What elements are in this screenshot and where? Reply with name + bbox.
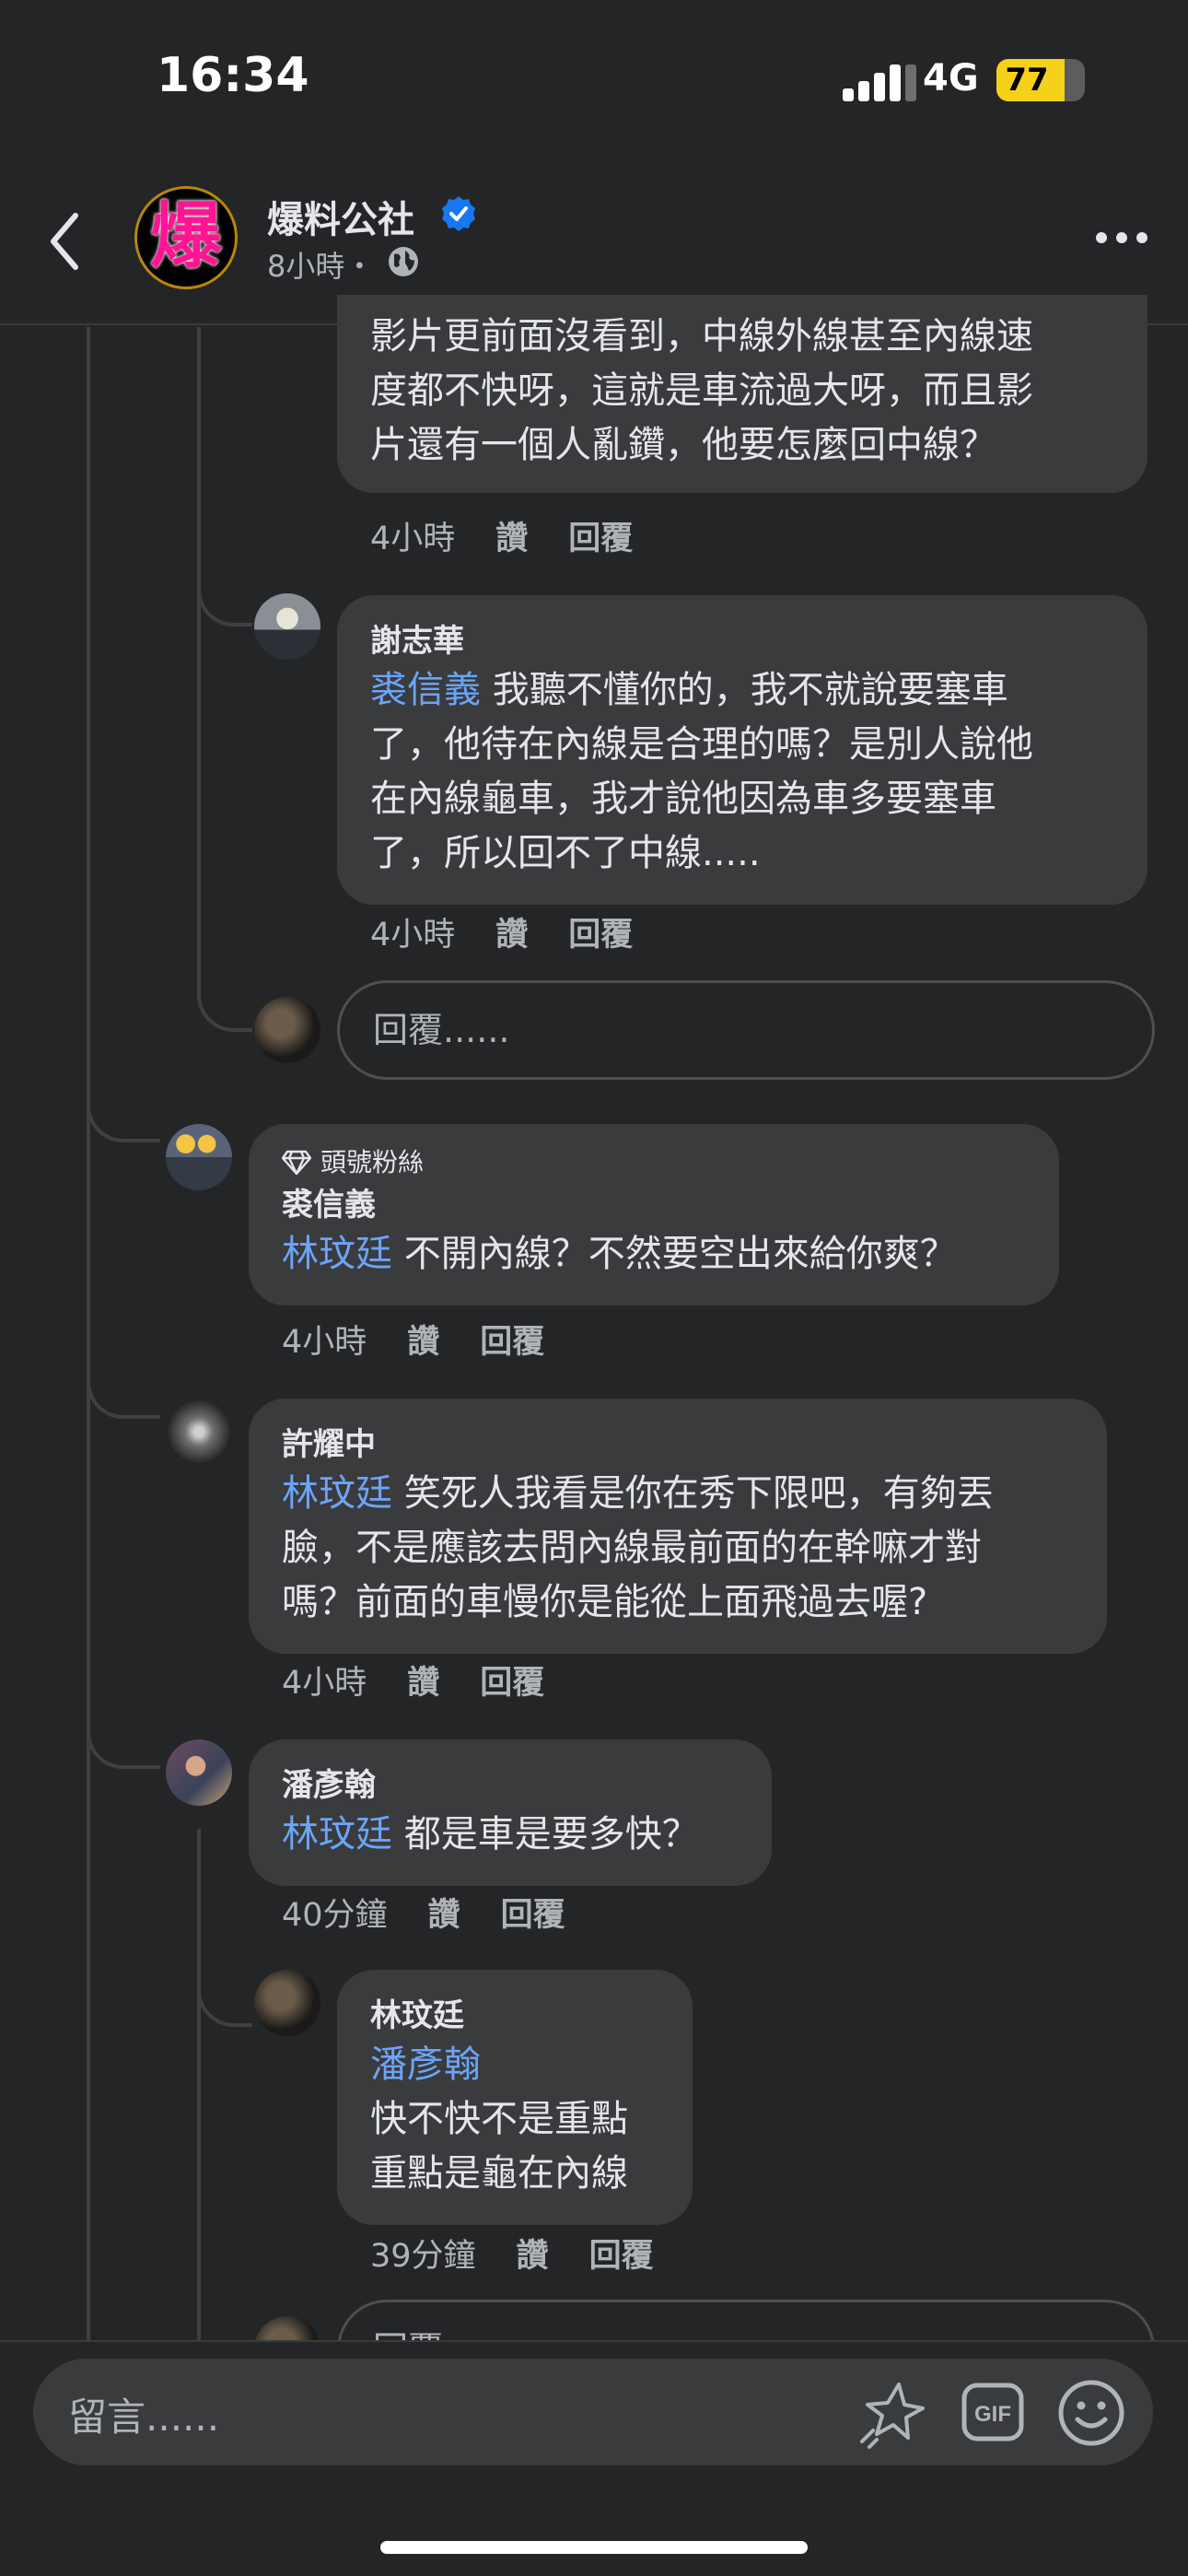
reply-button[interactable]: 回覆 xyxy=(480,1665,544,1702)
like-button[interactable]: 讚 xyxy=(517,2238,549,2275)
verified-icon xyxy=(442,196,475,231)
thread-branch xyxy=(197,1953,252,2027)
comment-bubble: 謝志華 裘信義 我聽不懂你的，我不就說要塞車 了，他待在內線是合理的嗎？是別人說… xyxy=(337,595,1147,905)
comment-actions: 4小時 讚 回覆 xyxy=(370,908,673,955)
avatar[interactable] xyxy=(254,593,320,660)
comment-actions: 4小時 讚 回覆 xyxy=(282,1316,585,1363)
network-type: 4G xyxy=(923,57,979,100)
comment-text: 林玟廷 不開內線？不然要空出來給你爽？ xyxy=(282,1233,957,1275)
reply-input[interactable]: 回覆...... xyxy=(337,980,1155,1080)
avatar xyxy=(254,997,320,1063)
mention[interactable]: 林玟廷 xyxy=(282,1813,392,1856)
like-button[interactable]: 讚 xyxy=(495,521,528,557)
back-icon[interactable] xyxy=(44,205,90,278)
svg-text:GIF: GIF xyxy=(974,2402,1011,2427)
battery-level: 77 xyxy=(1005,62,1049,99)
sparkle-icon[interactable] xyxy=(856,2377,930,2451)
comment-bubble: 許耀中 林玟廷 笑死人我看是你在秀下限吧，有夠丟 臉，不是應該去問內線最前面的在… xyxy=(249,1399,1107,1654)
comment-time: 4小時 xyxy=(370,521,456,557)
gif-icon[interactable]: GIF xyxy=(961,2383,1024,2441)
comment-bubble: 影片更前面沒看到，中線外線甚至內線速 度都不快呀，這就是車流過大呀，而且影 片還… xyxy=(337,295,1147,493)
like-button[interactable]: 讚 xyxy=(428,1897,460,1934)
status-time: 16:34 xyxy=(157,48,309,103)
battery-icon: 77 xyxy=(996,59,1085,101)
comment-text: 潘彥翰 快不快不是重點 重點是龜在內線 xyxy=(370,2038,659,2201)
comment-actions: 4小時 讚 回覆 xyxy=(282,1657,585,1704)
comment-time: 4小時 xyxy=(370,917,456,954)
comment-text: 影片更前面沒看到，中線外線甚至內線速 度都不快呀，這就是車流過大呀，而且影 片還… xyxy=(370,315,1033,466)
mention[interactable]: 林玟廷 xyxy=(282,1233,392,1275)
comment-actions: 40分鐘 讚 回覆 xyxy=(282,1889,606,1936)
mention[interactable]: 林玟廷 xyxy=(282,1472,392,1515)
comment-actions: 4小時 讚 回覆 xyxy=(370,512,673,559)
reply-button[interactable]: 回覆 xyxy=(568,917,633,954)
avatar[interactable] xyxy=(166,1739,232,1806)
like-button[interactable]: 讚 xyxy=(407,1324,439,1361)
commenter-name[interactable]: 裘信義 xyxy=(282,1183,1026,1227)
reply-button[interactable]: 回覆 xyxy=(568,521,633,557)
avatar[interactable] xyxy=(254,1970,320,2036)
mention[interactable]: 潘彥翰 xyxy=(370,2038,659,2092)
battery-tip xyxy=(1076,72,1083,88)
like-button[interactable]: 讚 xyxy=(407,1665,439,1702)
comment-bubble: 潘彥翰 林玟廷 都是車是要多快？ xyxy=(249,1739,772,1886)
thread-line-inner-top xyxy=(197,327,201,1000)
commenter-name[interactable]: 謝志華 xyxy=(370,619,1114,663)
comment-text: 裘信義 我聽不懂你的，我不就說要塞車 了，他待在內線是合理的嗎？是別人說他 在內… xyxy=(370,669,1033,874)
commenter-name[interactable]: 許耀中 xyxy=(282,1423,1074,1467)
comment-time: 39分鐘 xyxy=(370,2238,476,2275)
thread-branch xyxy=(87,1695,160,1769)
thread-branch xyxy=(197,553,252,626)
comment-bubble: 林玟廷 潘彥翰 快不快不是重點 重點是龜在內線 xyxy=(337,1970,693,2225)
page-name[interactable]: 爆料公社 xyxy=(267,190,414,243)
more-icon[interactable] xyxy=(1094,228,1149,247)
commenter-name[interactable]: 潘彥翰 xyxy=(282,1763,739,1808)
comment-bubble: 頭號粉絲 裘信義 林玟廷 不開內線？不然要空出來給你爽？ xyxy=(249,1124,1059,1306)
signal-icon xyxy=(843,64,916,101)
diamond-icon xyxy=(282,1150,311,1176)
comment-input[interactable]: 留言...... xyxy=(68,2386,219,2442)
globe-icon xyxy=(389,247,418,276)
reply-button[interactable]: 回覆 xyxy=(501,1897,565,1934)
comment-time: 4小時 xyxy=(282,1324,367,1361)
post-time: 8小時・ xyxy=(267,249,375,284)
reply-button[interactable]: 回覆 xyxy=(480,1324,544,1361)
thread-branch xyxy=(87,1345,160,1419)
thread-line-outer xyxy=(87,327,90,2340)
status-bar: 16:34 4G 77 xyxy=(0,0,1188,157)
avatar[interactable] xyxy=(166,1399,232,1465)
comment-time: 4小時 xyxy=(282,1665,367,1702)
comment-composer[interactable]: 留言...... GIF xyxy=(33,2359,1153,2465)
avatar[interactable] xyxy=(166,1124,232,1190)
comment-time: 40分鐘 xyxy=(282,1897,388,1934)
comment-actions: 39分鐘 讚 回覆 xyxy=(370,2230,694,2277)
commenter-name[interactable]: 林玟廷 xyxy=(370,1994,659,2038)
thread-branch xyxy=(197,958,252,1032)
home-indicator[interactable] xyxy=(380,2541,808,2554)
comment-text: 林玟廷 笑死人我看是你在秀下限吧，有夠丟 臉，不是應該去問內線最前面的在幹嘛才對… xyxy=(282,1472,994,1623)
thread-branch xyxy=(87,1069,160,1142)
emoji-icon[interactable] xyxy=(1057,2379,1125,2447)
page-avatar[interactable]: 爆 xyxy=(134,186,238,289)
top-fan-badge: 頭號粉絲 xyxy=(282,1142,1026,1183)
mention[interactable]: 裘信義 xyxy=(370,669,481,711)
comment-text: 林玟廷 都是車是要多快？ xyxy=(282,1813,699,1856)
like-button[interactable]: 讚 xyxy=(495,917,528,954)
reply-button[interactable]: 回覆 xyxy=(589,2238,654,2275)
thread-line-inner-bottom xyxy=(197,1829,201,2340)
